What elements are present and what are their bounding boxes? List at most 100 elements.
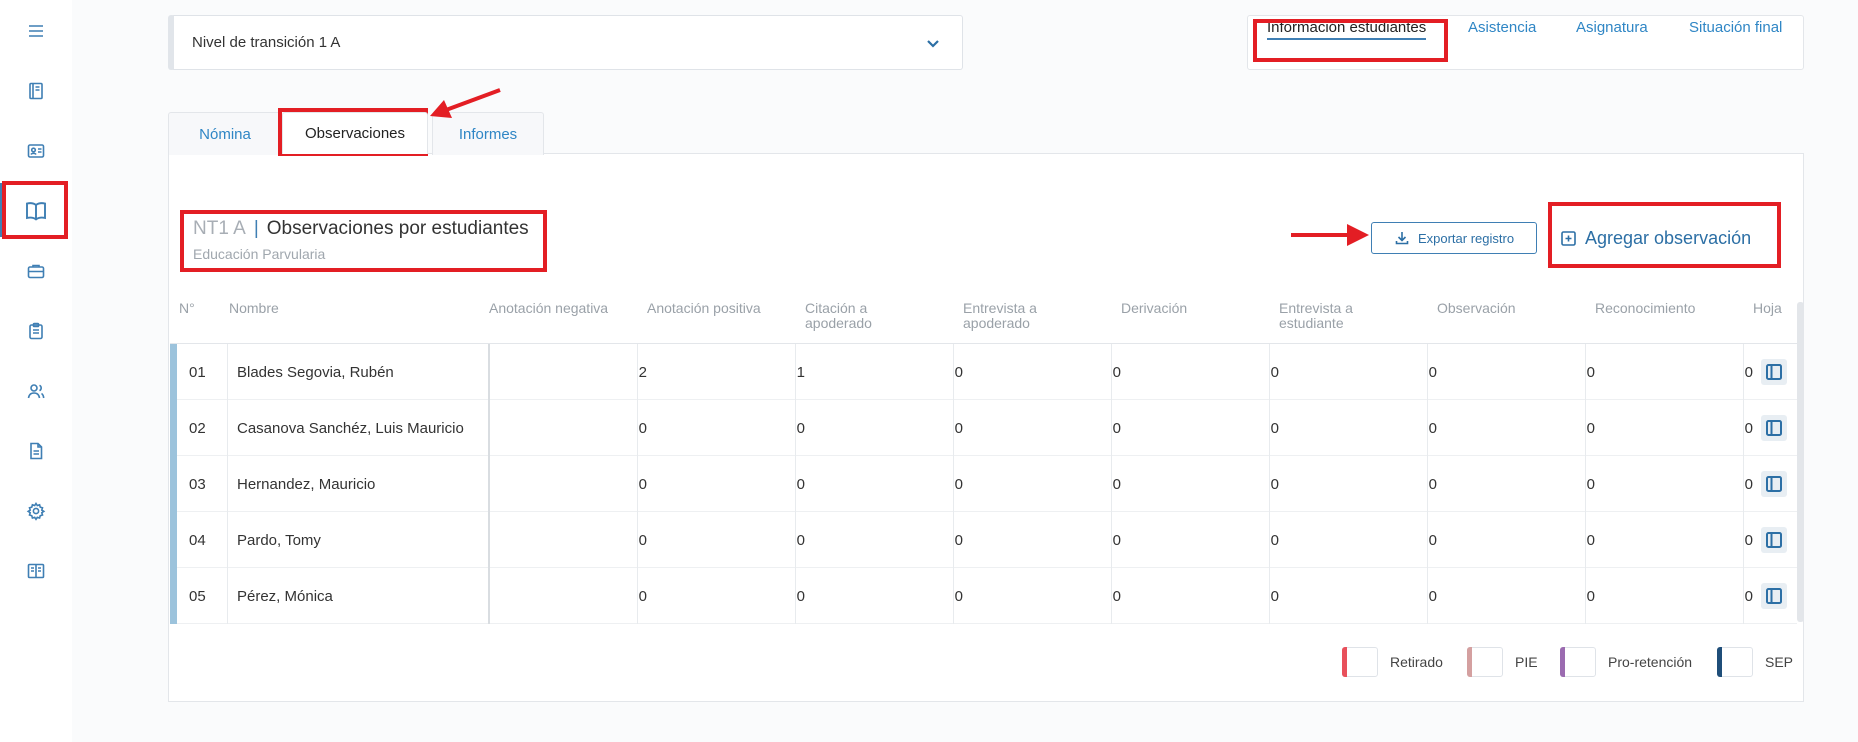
document-icon[interactable] <box>22 437 50 465</box>
book-manual-icon[interactable] <box>22 557 50 585</box>
cell-ent: 0 <box>1112 475 1121 493</box>
cell-neg: 0 <box>638 587 647 605</box>
cell-est: 0 <box>1428 531 1437 549</box>
legend-label-pro-retencion: Pro-retención <box>1608 654 1693 670</box>
legend-sep: SEP <box>1717 647 1793 677</box>
header-anotacion-negativa: Anotación negativa <box>489 300 609 316</box>
cell-obs: 0 <box>1586 475 1595 493</box>
hoja-cell <box>1754 400 1794 456</box>
header-entrevista-estudiante-line2: estudiante <box>1279 315 1344 331</box>
cell-rec: 0 <box>1744 475 1753 493</box>
cell-der: 0 <box>1270 587 1279 605</box>
legend-label-pie: PIE <box>1515 654 1538 670</box>
red-arrow-tab <box>430 88 501 118</box>
export-button-label: Exportar registro <box>1417 230 1515 246</box>
cell-der: 0 <box>1270 531 1279 549</box>
cell-num: 01 <box>189 363 206 381</box>
sidebar <box>0 0 72 742</box>
legend-pie: PIE <box>1467 647 1538 677</box>
id-card-icon[interactable] <box>22 137 50 165</box>
gear-icon[interactable] <box>22 497 50 525</box>
header-citacion-line1: Citación a <box>805 300 868 316</box>
cell-obs: 0 <box>1586 531 1595 549</box>
legend-label-retirado: Retirado <box>1390 654 1443 670</box>
cell-pos: 0 <box>796 475 805 493</box>
tab-nomina[interactable]: Nómina <box>168 112 282 155</box>
table-scrollbar[interactable] <box>1797 302 1804 622</box>
course-select[interactable]: Nivel de transición 1 A <box>168 15 963 70</box>
cell-ent: 0 <box>1112 531 1121 549</box>
cell-name: Hernandez, Mauricio <box>237 475 376 493</box>
cell-neg: 0 <box>638 419 647 437</box>
cell-neg: 2 <box>638 363 647 381</box>
observations-table: 01 Blades Segovia, Rubén 2 1 0 0 0 0 0 0 02 Casanov… <box>170 344 1797 624</box>
cell-num: 03 <box>189 475 206 493</box>
cell-der: 0 <box>1270 363 1279 381</box>
legend-swatch-pie <box>1467 647 1503 677</box>
header-entrevista-estudiante: Entrevista a estudiante <box>1279 301 1353 331</box>
briefcase-icon[interactable] <box>22 257 50 285</box>
sidebar-panel-icon[interactable] <box>1761 471 1787 497</box>
download-icon <box>1395 232 1409 245</box>
column-divider <box>227 344 228 624</box>
cell-pos: 0 <box>796 531 805 549</box>
cell-est: 0 <box>1428 363 1437 381</box>
column-divider <box>637 344 638 624</box>
cell-pos: 0 <box>796 587 805 605</box>
chevron-down-icon <box>924 34 942 52</box>
course-select-value: Nivel de transición 1 A <box>192 34 341 51</box>
export-button[interactable]: Exportar registro <box>1371 222 1537 254</box>
cell-name: Pérez, Mónica <box>237 587 333 605</box>
menu-icon[interactable] <box>22 17 50 45</box>
hoja-cell <box>1754 568 1794 624</box>
tab-observaciones[interactable]: Observaciones <box>282 112 428 154</box>
table-row: 03 Hernandez, Mauricio 0 0 0 0 0 0 0 0 <box>177 456 1797 512</box>
users-icon[interactable] <box>22 377 50 405</box>
header-citacion-line2: apoderado <box>805 315 872 331</box>
hoja-cell <box>1754 344 1794 400</box>
sidebar-panel-icon[interactable] <box>1761 583 1787 609</box>
cell-der: 0 <box>1270 475 1279 493</box>
header-reconocimiento: Reconocimiento <box>1595 300 1696 316</box>
cell-cit: 0 <box>954 475 963 493</box>
legend-retirado: Retirado <box>1342 647 1443 677</box>
legend-swatch-pro-retencion <box>1560 647 1596 677</box>
topnav-highlight <box>1253 19 1448 62</box>
topnav-asistencia[interactable]: Asistencia <box>1468 19 1536 36</box>
cell-cit: 0 <box>954 587 963 605</box>
hoja-cell <box>1754 512 1794 568</box>
header-entrevista-apoderado-line2: apoderado <box>963 315 1030 331</box>
cell-num: 04 <box>189 531 206 549</box>
column-divider <box>1111 344 1112 624</box>
sidebar-panel-icon[interactable] <box>1761 415 1787 441</box>
cell-pos: 0 <box>796 419 805 437</box>
column-divider <box>1269 344 1270 624</box>
name-column-divider <box>488 344 490 624</box>
header-anotacion-positiva: Anotación positiva <box>647 300 761 316</box>
topnav-situacion-final[interactable]: Situación final <box>1689 19 1782 36</box>
table-row: 02 Casanova Sanchéz, Luis Mauricio 0 0 0 0 0 0 0… <box>177 400 1797 456</box>
legend-swatch-retirado <box>1342 647 1378 677</box>
sidebar-panel-icon[interactable] <box>1761 527 1787 553</box>
clipboard-icon[interactable] <box>22 317 50 345</box>
notebook-icon[interactable] <box>22 77 50 105</box>
cell-der: 0 <box>1270 419 1279 437</box>
sidebar-panel-icon[interactable] <box>1761 359 1787 385</box>
add-observation-highlight <box>1548 202 1781 268</box>
cell-ent: 0 <box>1112 363 1121 381</box>
header-entrevista-estudiante-line1: Entrevista a <box>1279 300 1353 316</box>
cell-name: Casanova Sanchéz, Luis Mauricio <box>237 419 464 437</box>
legend-label-sep: SEP <box>1765 654 1794 670</box>
cell-cit: 0 <box>954 419 963 437</box>
header-entrevista-apoderado-line1: Entrevista a <box>963 300 1037 316</box>
cell-rec: 0 <box>1744 587 1753 605</box>
cell-name: Pardo, Tomy <box>237 531 321 549</box>
topnav-asignatura[interactable]: Asignatura <box>1576 19 1648 36</box>
cell-name: Blades Segovia, Rubén <box>237 363 394 381</box>
column-divider <box>1743 344 1744 624</box>
column-divider <box>795 344 796 624</box>
cell-num: 02 <box>189 419 206 437</box>
cell-est: 0 <box>1428 475 1437 493</box>
cell-rec: 0 <box>1744 531 1753 549</box>
cell-ent: 0 <box>1112 587 1121 605</box>
